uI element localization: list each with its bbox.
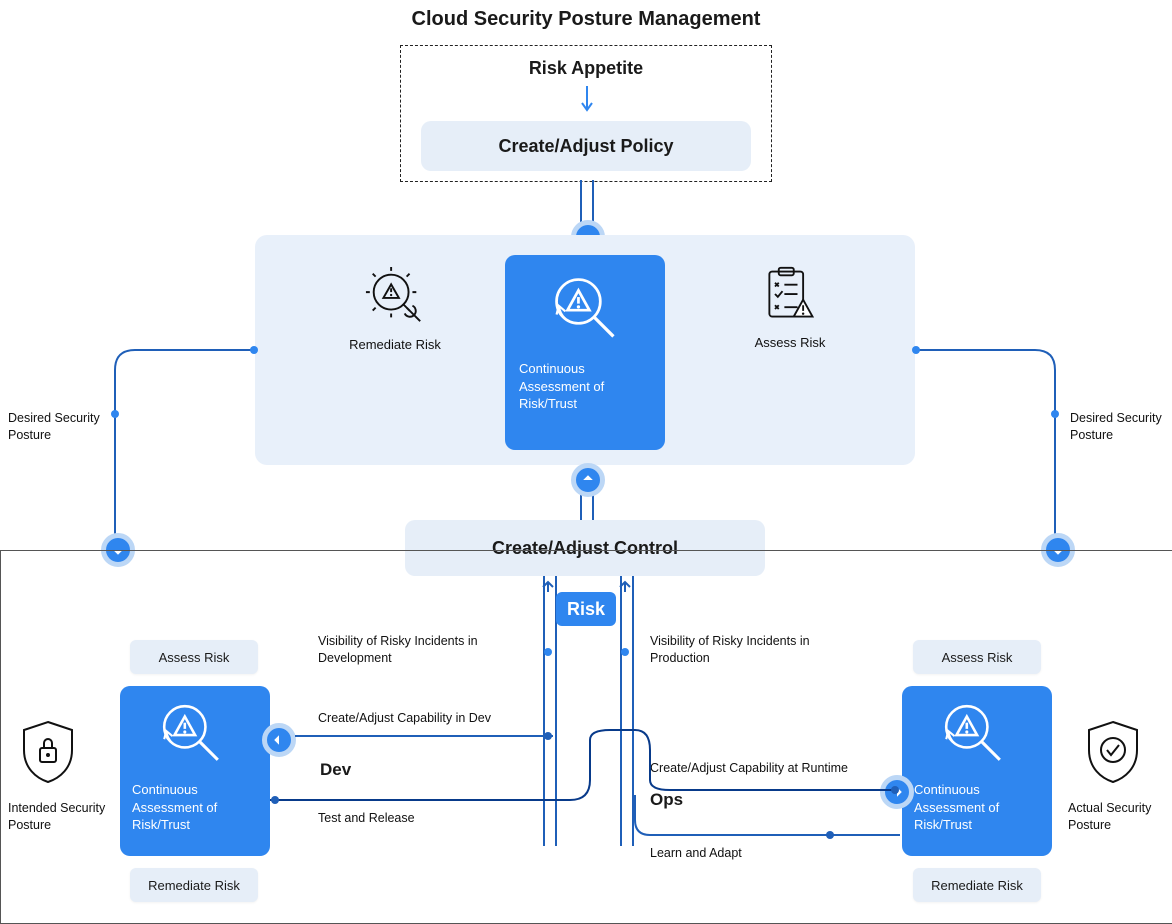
dot <box>912 346 920 354</box>
path-desired-left <box>115 350 265 550</box>
dot <box>111 410 119 418</box>
risk-appetite-container: Risk Appetite Create/Adjust Policy <box>400 45 772 182</box>
magnifier-alert-icon <box>158 700 224 771</box>
ops-continuous-label: Continuous Assessment of Risk/Trust <box>914 781 1040 834</box>
central-panel: Remediate Risk Continuous Assessment of … <box>255 235 915 465</box>
continuous-assessment-box: Continuous Assessment of Risk/Trust <box>505 255 665 450</box>
flow-paths <box>270 730 920 850</box>
visibility-prod-label: Visibility of Risky Incidents in Product… <box>650 633 850 667</box>
remediate-risk-block: Remediate Risk <box>330 265 460 352</box>
cap-dev-label: Create/Adjust Capability in Dev <box>318 710 491 727</box>
shield-check-icon <box>1085 720 1141 789</box>
risk-appetite-label: Risk Appetite <box>401 58 771 79</box>
magnifier-alert-icon <box>940 700 1006 771</box>
dev-assess-box: Assess Risk <box>130 640 258 674</box>
desired-right-label: Desired Security Posture <box>1070 410 1170 444</box>
arrow-node-up-1 <box>571 463 605 497</box>
actual-posture-label: Actual Security Posture <box>1068 800 1168 834</box>
assess-risk-label: Assess Risk <box>755 335 826 350</box>
ops-continuous-box: Continuous Assessment of Risk/Trust <box>902 686 1052 856</box>
clipboard-alert-icon <box>760 263 820 325</box>
visibility-dev-label: Visibility of Risky Incidents in Develop… <box>318 633 518 667</box>
magnifier-alert-icon <box>550 273 620 348</box>
gear-wrench-icon <box>364 265 426 327</box>
dot <box>1051 410 1059 418</box>
ops-remediate-box: Remediate Risk <box>913 868 1041 902</box>
create-adjust-policy-box: Create/Adjust Policy <box>421 121 751 171</box>
remediate-risk-label: Remediate Risk <box>349 337 441 352</box>
intended-posture-label: Intended Security Posture <box>8 800 108 834</box>
desired-left-label: Desired Security Posture <box>8 410 108 444</box>
shield-lock-icon <box>20 720 76 789</box>
assess-risk-block: Assess Risk <box>725 263 855 350</box>
continuous-assessment-label: Continuous Assessment of Risk/Trust <box>519 360 649 413</box>
dev-continuous-box: Continuous Assessment of Risk/Trust <box>120 686 270 856</box>
arrow-down-small-icon <box>581 86 593 116</box>
path-desired-right <box>915 350 1065 550</box>
dot <box>250 346 258 354</box>
ops-assess-box: Assess Risk <box>913 640 1041 674</box>
diagram-title: Cloud Security Posture Management <box>0 8 1172 31</box>
diagram-canvas: Cloud Security Posture Management Risk A… <box>0 0 1172 923</box>
dev-remediate-box: Remediate Risk <box>130 868 258 902</box>
dev-continuous-label: Continuous Assessment of Risk/Trust <box>132 781 258 834</box>
